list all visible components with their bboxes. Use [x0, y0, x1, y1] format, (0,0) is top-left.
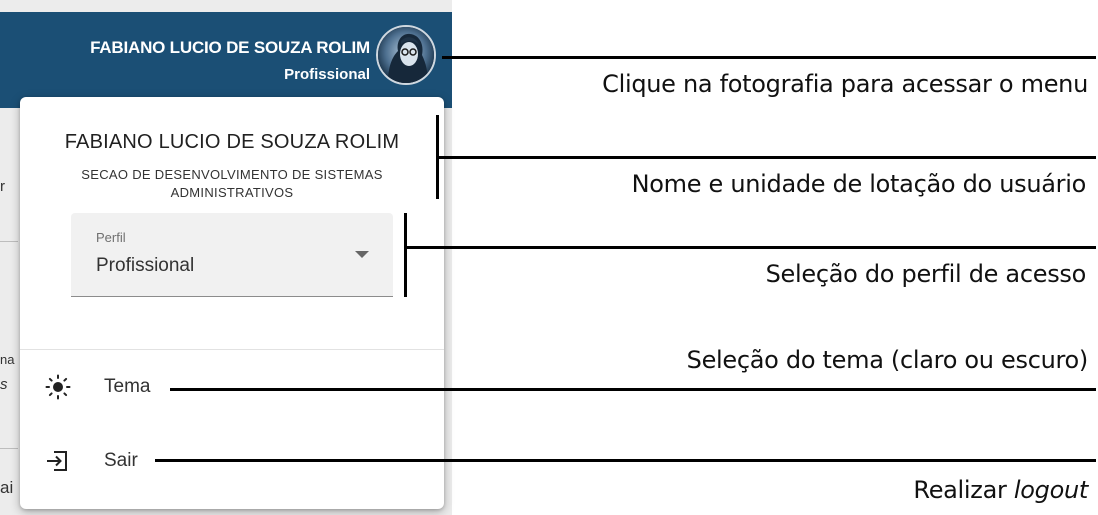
annotation-line-photo: [442, 56, 1096, 59]
annotation-name-unit: Nome e unidade de lotação do usuário: [631, 170, 1087, 198]
avatar[interactable]: [376, 25, 436, 85]
annotation-logout-prefix: Realizar: [913, 476, 1014, 504]
background-divider: [0, 241, 18, 242]
annotation-line-logout: [155, 459, 1096, 462]
background-text-fragment: r: [0, 178, 5, 195]
profile-select-label: Perfil: [96, 230, 126, 245]
header-user-name: FABIANO LUCIO DE SOUZA ROLIM: [90, 38, 370, 57]
annotation-line-profile: [404, 246, 1096, 249]
profile-select-value: Profissional: [96, 255, 195, 276]
menu-item-theme-label: Tema: [104, 376, 151, 397]
header-user-role: Profissional: [284, 66, 370, 83]
sun-icon: [45, 374, 71, 400]
logout-icon: [47, 451, 67, 471]
background-text-fragment: s: [0, 376, 8, 393]
background-text-fragment: na: [0, 352, 15, 367]
menu-user-name: FABIANO LUCIO DE SOUZA ROLIM: [64, 131, 400, 153]
user-photo-icon: [378, 27, 434, 83]
menu-item-theme[interactable]: Tema: [20, 359, 444, 415]
profile-select[interactable]: Perfil Profissional: [71, 213, 393, 297]
annotation-photo: Clique na fotografia para acessar o menu: [602, 70, 1088, 98]
menu-user-unit: SECAO DE DESENVOLVIMENTO DE SISTEMAS ADM…: [81, 167, 383, 200]
background-divider: [0, 448, 18, 449]
menu-divider: [20, 349, 444, 350]
user-menu: FABIANO LUCIO DE SOUZA ROLIM SECAO DE DE…: [20, 97, 444, 509]
annotation-theme: Seleção do tema (claro ou escuro): [686, 346, 1089, 374]
annotation-line-theme: [170, 388, 1096, 391]
annotation-line-name: [436, 156, 1096, 159]
annotation-profile: Seleção do perfil de acesso: [765, 260, 1087, 288]
background-text-fragment: ai: [0, 478, 14, 497]
annotation-bracket-profile: [404, 213, 407, 297]
annotation-logout-emphasis: logout: [1013, 476, 1088, 504]
annotation-logout: Realizar logout: [913, 476, 1088, 504]
dropdown-arrow-icon: [355, 251, 369, 258]
menu-item-logout-label: Sair: [104, 450, 138, 471]
